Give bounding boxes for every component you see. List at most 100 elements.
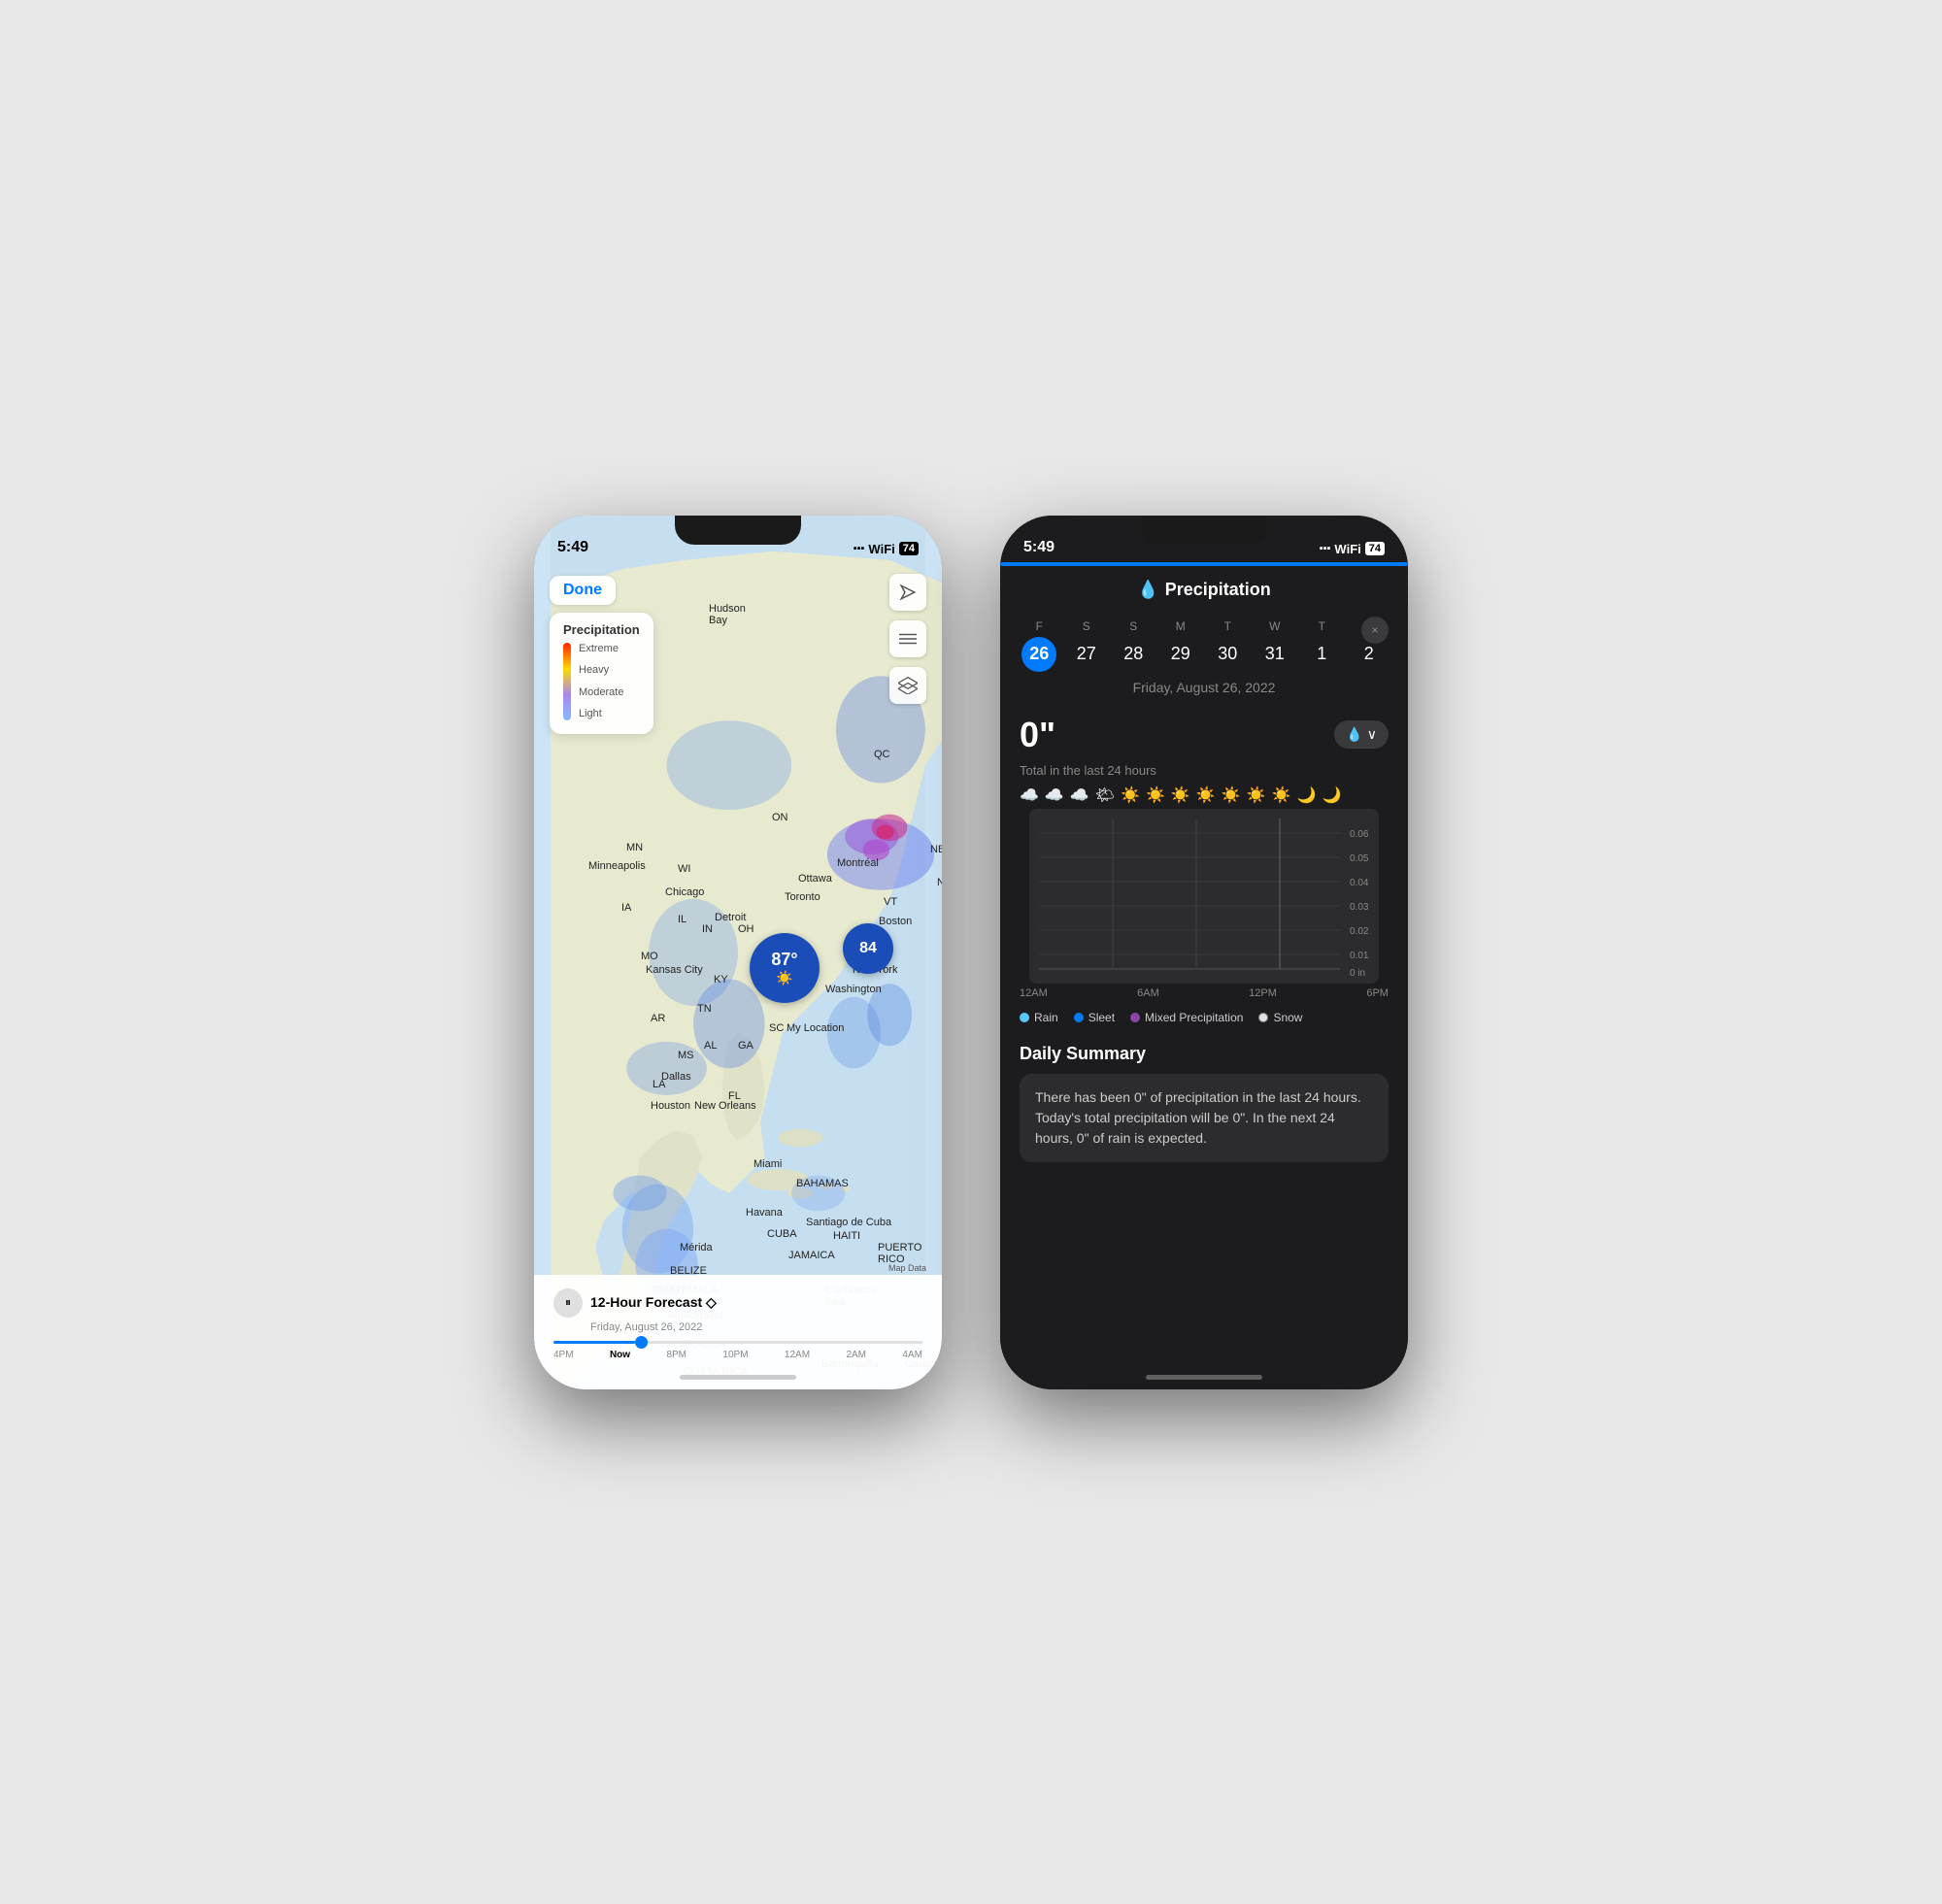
forecast-play-button[interactable]: ⏸ <box>553 1288 583 1318</box>
mixed-dot <box>1130 1013 1140 1022</box>
svg-text:0.04: 0.04 <box>1350 878 1369 888</box>
weather-icon-5: ☀️ <box>1146 785 1165 805</box>
x-label-12pm: 12PM <box>1249 987 1277 999</box>
weather-icon-3: 🌤 <box>1095 785 1115 805</box>
done-button[interactable]: Done <box>550 576 616 605</box>
weather-icon-10: ☀️ <box>1272 785 1291 805</box>
cal-day-num-1: 27 <box>1069 637 1104 672</box>
dark-status-time: 5:49 <box>1023 539 1055 556</box>
chart-container: 0.06 0.05 0.04 0.03 0.02 0.01 0 in <box>1020 809 1389 984</box>
forecast-times: 4PM Now 8PM 10PM 12AM 2AM 4AM <box>553 1350 922 1360</box>
location-button[interactable] <box>889 574 926 611</box>
temp-sun-87: ☀️ <box>776 970 792 986</box>
legend-extreme: Extreme <box>579 643 623 654</box>
temp-value-84: 84 <box>859 940 877 957</box>
precip-title-text: Precipitation <box>1165 580 1271 600</box>
wifi-icon: WiFi <box>868 542 894 556</box>
mixed-label: Mixed Precipitation <box>1145 1011 1243 1024</box>
home-indicator <box>680 1375 796 1380</box>
cal-day-mon29[interactable]: M 29 <box>1163 619 1198 672</box>
weather-icon-12: 🌙 <box>1322 785 1341 805</box>
forecast-subtitle: Friday, August 26, 2022 <box>553 1321 922 1333</box>
legend-bar: Extreme Heavy Moderate Light <box>563 643 640 720</box>
precip-legend: Rain Sleet Mixed Precipitation Snow <box>1000 1003 1408 1032</box>
cal-day-name-1: S <box>1083 619 1090 633</box>
layers-button[interactable] <box>889 667 926 704</box>
cal-day-fri26[interactable]: F 26 <box>1021 619 1056 672</box>
legend-moderate: Moderate <box>579 686 623 698</box>
list-button[interactable] <box>889 620 926 657</box>
dark-wifi-icon: WiFi <box>1334 542 1360 556</box>
cal-day-wed31[interactable]: W 31 <box>1257 619 1292 672</box>
calendar-row: F 26 S 27 S 28 M 29 T 30 <box>1000 610 1408 676</box>
precip-sublabel: Total in the last 24 hours <box>1000 763 1408 778</box>
legend-snow: Snow <box>1258 1011 1302 1024</box>
cal-day-name-5: W <box>1269 619 1280 633</box>
close-button[interactable]: × <box>1361 617 1389 644</box>
forecast-slider[interactable] <box>553 1341 922 1344</box>
dark-scroll-area[interactable]: 💧 Precipitation × F 26 S 27 S 28 <box>1000 516 1408 1389</box>
svg-text:0.03: 0.03 <box>1350 902 1369 913</box>
precip-amount-row: 0" 💧 ∨ <box>1000 707 1408 763</box>
precip-type-button[interactable]: 💧 ∨ <box>1334 720 1389 749</box>
cal-day-tue30[interactable]: T 30 <box>1210 619 1245 672</box>
cal-day-name-6: T <box>1319 619 1325 633</box>
map-data-label: Map Data <box>888 1263 926 1273</box>
signal-icon: ▪▪▪ <box>854 543 865 554</box>
svg-text:0.05: 0.05 <box>1350 853 1369 864</box>
date-label: Friday, August 26, 2022 <box>1000 676 1408 707</box>
svg-text:0.06: 0.06 <box>1350 829 1369 840</box>
precip-chart: 0.06 0.05 0.04 0.03 0.02 0.01 0 in <box>1020 809 1389 984</box>
forecast-title: 12-Hour Forecast ◇ <box>590 1294 717 1311</box>
cal-day-num-6: 1 <box>1304 637 1339 672</box>
forecast-progress <box>553 1341 635 1344</box>
legend-gradient <box>563 643 571 720</box>
cal-day-name-3: M <box>1176 619 1186 633</box>
x-label-12am: 12AM <box>1020 987 1048 999</box>
cal-day-sat27[interactable]: S 27 <box>1069 619 1104 672</box>
cal-day-num-2: 28 <box>1116 637 1151 672</box>
cal-day-num-0: 26 <box>1021 637 1056 672</box>
cal-day-name-0: F <box>1036 619 1043 633</box>
battery-icon: 74 <box>899 542 919 555</box>
weather-icon-0: ☁️ <box>1020 785 1039 805</box>
time-10pm: 10PM <box>722 1350 748 1360</box>
cal-day-num-4: 30 <box>1210 637 1245 672</box>
dark-signal-icon: ▪▪▪ <box>1320 543 1331 554</box>
left-phone-screen: 5:49 ▪▪▪ WiFi 74 <box>534 516 942 1389</box>
weather-icon-2: ☁️ <box>1070 785 1089 805</box>
rain-label: Rain <box>1034 1011 1058 1024</box>
svg-text:0 in: 0 in <box>1350 968 1365 979</box>
notch-dark <box>1141 516 1267 545</box>
dark-home-indicator <box>1146 1375 1262 1380</box>
x-label-6am: 6AM <box>1137 987 1159 999</box>
legend-heavy: Heavy <box>579 664 623 676</box>
cal-day-name-2: S <box>1129 619 1137 633</box>
forecast-bar: ⏸ 12-Hour Forecast ◇ Friday, August 26, … <box>534 1275 942 1389</box>
daily-summary-text: There has been 0" of precipitation in th… <box>1035 1089 1361 1146</box>
daily-summary-section: Daily Summary There has been 0" of preci… <box>1000 1032 1408 1174</box>
cal-day-sun28[interactable]: S 28 <box>1116 619 1151 672</box>
sleet-label: Sleet <box>1088 1011 1115 1024</box>
cal-day-name-4: T <box>1224 619 1231 633</box>
legend-light: Light <box>579 708 623 719</box>
temp-bubble-84: 84 <box>843 923 893 974</box>
time-2am: 2AM <box>846 1350 866 1360</box>
cal-day-thu1[interactable]: T 1 <box>1304 619 1339 672</box>
cal-day-num-5: 31 <box>1257 637 1292 672</box>
dark-battery-icon: 74 <box>1365 542 1385 555</box>
time-4am: 4AM <box>902 1350 922 1360</box>
status-time: 5:49 <box>557 539 588 556</box>
legend-mixed: Mixed Precipitation <box>1130 1011 1243 1024</box>
notch <box>675 516 801 545</box>
time-4pm: 4PM <box>553 1350 574 1360</box>
precipitation-legend: Precipitation Extreme Heavy Moderate Lig… <box>550 613 653 734</box>
precip-header: 💧 Precipitation × <box>1000 566 1408 610</box>
weather-icon-1: ☁️ <box>1045 785 1064 805</box>
legend-labels: Extreme Heavy Moderate Light <box>579 643 623 720</box>
legend-sleet: Sleet <box>1074 1011 1115 1024</box>
chevron-down-icon: ∨ <box>1367 726 1377 743</box>
svg-text:0.01: 0.01 <box>1350 951 1369 961</box>
time-now: Now <box>610 1350 630 1360</box>
weather-icon-7: ☀️ <box>1196 785 1216 805</box>
